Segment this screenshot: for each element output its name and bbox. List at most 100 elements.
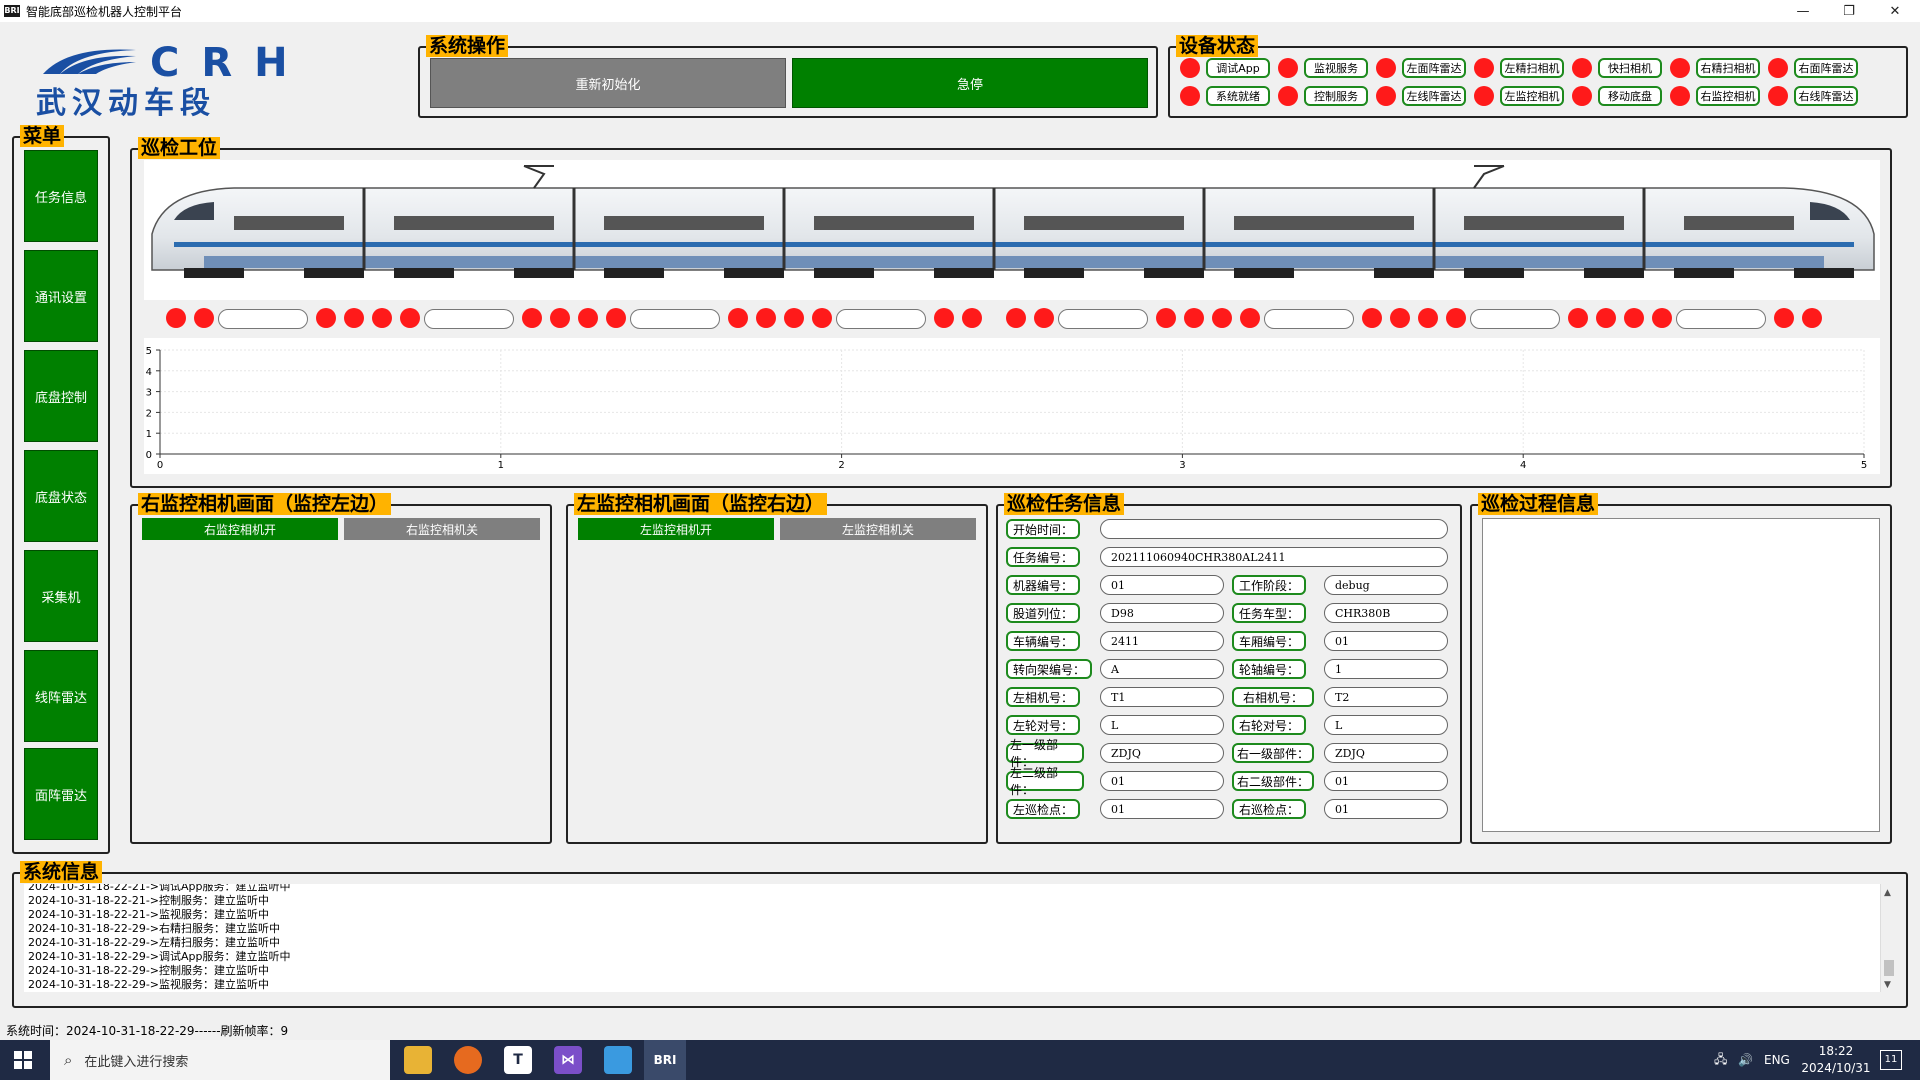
- menu-chassis-status-button[interactable]: 底盘状态: [24, 450, 98, 542]
- language-indicator[interactable]: ENG: [1764, 1040, 1790, 1080]
- search-placeholder: 在此键入进行搜索: [84, 1054, 189, 1070]
- status-led-icon: [1376, 58, 1396, 78]
- task-no-field[interactable]: 202111060940CHR380AL2411: [1100, 547, 1448, 567]
- start-time-field[interactable]: [1100, 519, 1448, 539]
- axle-status-led-icon: [194, 308, 214, 328]
- device-status-item: 右精扫相机: [1670, 58, 1760, 78]
- work-stage-label: 工作阶段：: [1232, 575, 1306, 595]
- axle-label-pill: [218, 309, 308, 329]
- axle-status-led-icon: [1362, 308, 1382, 328]
- taskbar-clock[interactable]: 18:22 2024/10/31: [1796, 1043, 1876, 1077]
- left-level2-label: 左二级部件：: [1006, 766, 1084, 797]
- car-no-label: 车厢编号：: [1232, 631, 1306, 651]
- scroll-thumb[interactable]: [1884, 960, 1894, 976]
- network-icon[interactable]: 🖧: [1714, 1040, 1727, 1080]
- log-line: 2024-10-31-18-22-29->左精扫服务：建立监听中: [28, 936, 281, 949]
- device-status-item: 左面阵雷达: [1376, 58, 1466, 78]
- task-no-label: 任务编号：: [1006, 547, 1080, 567]
- menu-collector-button[interactable]: 采集机: [24, 550, 98, 642]
- right-point-field[interactable]: 01: [1324, 799, 1448, 819]
- right-camera-on-button[interactable]: 右监控相机开: [142, 518, 338, 540]
- start-time-label: 开始时间：: [1006, 519, 1080, 539]
- menu-task-info-button[interactable]: 任务信息: [24, 150, 98, 242]
- typora-icon[interactable]: T: [504, 1046, 532, 1074]
- windows-start-icon[interactable]: [14, 1051, 32, 1069]
- axle-status-led-icon: [1802, 308, 1822, 328]
- device-status-label: 快扫相机: [1598, 58, 1662, 78]
- axle-status-led-icon: [1418, 308, 1438, 328]
- axle-no-field[interactable]: 1: [1324, 659, 1448, 679]
- bri-app-taskbar-icon[interactable]: BRI: [644, 1040, 686, 1080]
- estop-button[interactable]: 急停: [792, 58, 1148, 108]
- taskbar-search[interactable]: ⌕ 在此键入进行搜索: [50, 1040, 390, 1080]
- status-led-icon: [1474, 86, 1494, 106]
- right-camera-no-field[interactable]: T2: [1324, 687, 1448, 707]
- left-level1-field[interactable]: ZDJQ: [1100, 743, 1224, 763]
- right-level1-field[interactable]: ZDJQ: [1324, 743, 1448, 763]
- work-stage-field[interactable]: debug: [1324, 575, 1448, 595]
- status-led-icon: [1180, 58, 1200, 78]
- axle-status-led-icon: [962, 308, 982, 328]
- left-level2-field[interactable]: 01: [1100, 771, 1224, 791]
- menu-area-radar-button[interactable]: 面阵雷达: [24, 748, 98, 840]
- axle-status-led-icon: [1652, 308, 1672, 328]
- right-wheel-label: 右轮对号：: [1232, 715, 1306, 735]
- system-log[interactable]: 2024-10-31-18-22-21->调试App服务：建立监听中 2024-1…: [24, 884, 1896, 992]
- restore-button[interactable]: ❐: [1826, 0, 1872, 22]
- right-level2-field[interactable]: 01: [1324, 771, 1448, 791]
- left-camera-panel: 左监控相机画面（监控右边）: [566, 493, 988, 844]
- device-status-label: 左线阵雷达: [1402, 86, 1466, 106]
- axle-status-led-icon: [372, 308, 392, 328]
- axle-label-pill: [1676, 309, 1766, 329]
- volume-icon[interactable]: 🔊: [1738, 1040, 1753, 1080]
- menu-chassis-control-button[interactable]: 底盘控制: [24, 350, 98, 442]
- chart-x-tick-label: 5: [1861, 460, 1867, 471]
- chart-y-tick-label: 4: [146, 367, 152, 378]
- clock-time: 18:22: [1818, 1044, 1854, 1058]
- right-wheel-field[interactable]: L: [1324, 715, 1448, 735]
- car-no-field[interactable]: 01: [1324, 631, 1448, 651]
- device-status-row-1: 调试App 监视服务 左面阵雷达 左精扫相机 快扫相机 右精扫相机 右面阵雷达: [1180, 58, 1866, 78]
- left-camera-on-button[interactable]: 左监控相机开: [578, 518, 774, 540]
- left-camera-no-field[interactable]: T1: [1100, 687, 1224, 707]
- device-status-label: 控制服务: [1304, 86, 1368, 106]
- chart-svg: 0 1 2 3 4 5 0 1 2 3 4 5: [146, 346, 1868, 471]
- right-camera-off-button[interactable]: 右监控相机关: [344, 518, 540, 540]
- vehicle-no-field[interactable]: 2411: [1100, 631, 1224, 651]
- minimize-button[interactable]: —: [1780, 0, 1826, 22]
- chart-y-tick-label: 1: [146, 429, 152, 440]
- axle-status-led-icon: [1184, 308, 1204, 328]
- menu-comm-settings-button[interactable]: 通讯设置: [24, 250, 98, 342]
- axle-status-led-icon: [1034, 308, 1054, 328]
- firefox-icon[interactable]: [454, 1046, 482, 1074]
- right-level2-label: 右二级部件：: [1232, 771, 1314, 791]
- left-camera-off-button[interactable]: 左监控相机关: [780, 518, 976, 540]
- menu-line-radar-button[interactable]: 线阵雷达: [24, 650, 98, 742]
- scroll-up-icon[interactable]: ▲: [1884, 886, 1891, 900]
- logo-subtitle: 武汉动车段: [36, 86, 216, 121]
- robot-no-field[interactable]: 01: [1100, 575, 1224, 595]
- axle-label-pill: [630, 309, 720, 329]
- process-info-textarea[interactable]: [1482, 518, 1880, 832]
- paint-icon[interactable]: [604, 1046, 632, 1074]
- track-field[interactable]: D98: [1100, 603, 1224, 623]
- axle-status-led-icon: [728, 308, 748, 328]
- log-line: 2024-10-31-18-22-21->监视服务：建立监听中: [28, 908, 270, 921]
- scroll-down-icon[interactable]: ▼: [1884, 978, 1891, 992]
- reinit-button[interactable]: 重新初始化: [430, 58, 786, 108]
- process-info-title: 巡检过程信息: [1478, 493, 1599, 515]
- left-wheel-field[interactable]: L: [1100, 715, 1224, 735]
- notification-icon[interactable]: 11: [1880, 1050, 1902, 1070]
- log-scrollbar[interactable]: ▲ ▼: [1880, 884, 1896, 992]
- device-status-title: 设备状态: [1176, 35, 1259, 57]
- visual-studio-icon[interactable]: ⋈: [554, 1046, 582, 1074]
- status-led-icon: [1278, 86, 1298, 106]
- file-explorer-icon[interactable]: [404, 1046, 432, 1074]
- right-level1-label: 右一级部件：: [1232, 743, 1314, 763]
- left-point-field[interactable]: 01: [1100, 799, 1224, 819]
- device-status-item: 调试App: [1180, 58, 1270, 78]
- close-button[interactable]: ✕: [1872, 0, 1918, 22]
- status-led-icon: [1670, 58, 1690, 78]
- train-type-field[interactable]: CHR380B: [1324, 603, 1448, 623]
- bogie-no-field[interactable]: A: [1100, 659, 1224, 679]
